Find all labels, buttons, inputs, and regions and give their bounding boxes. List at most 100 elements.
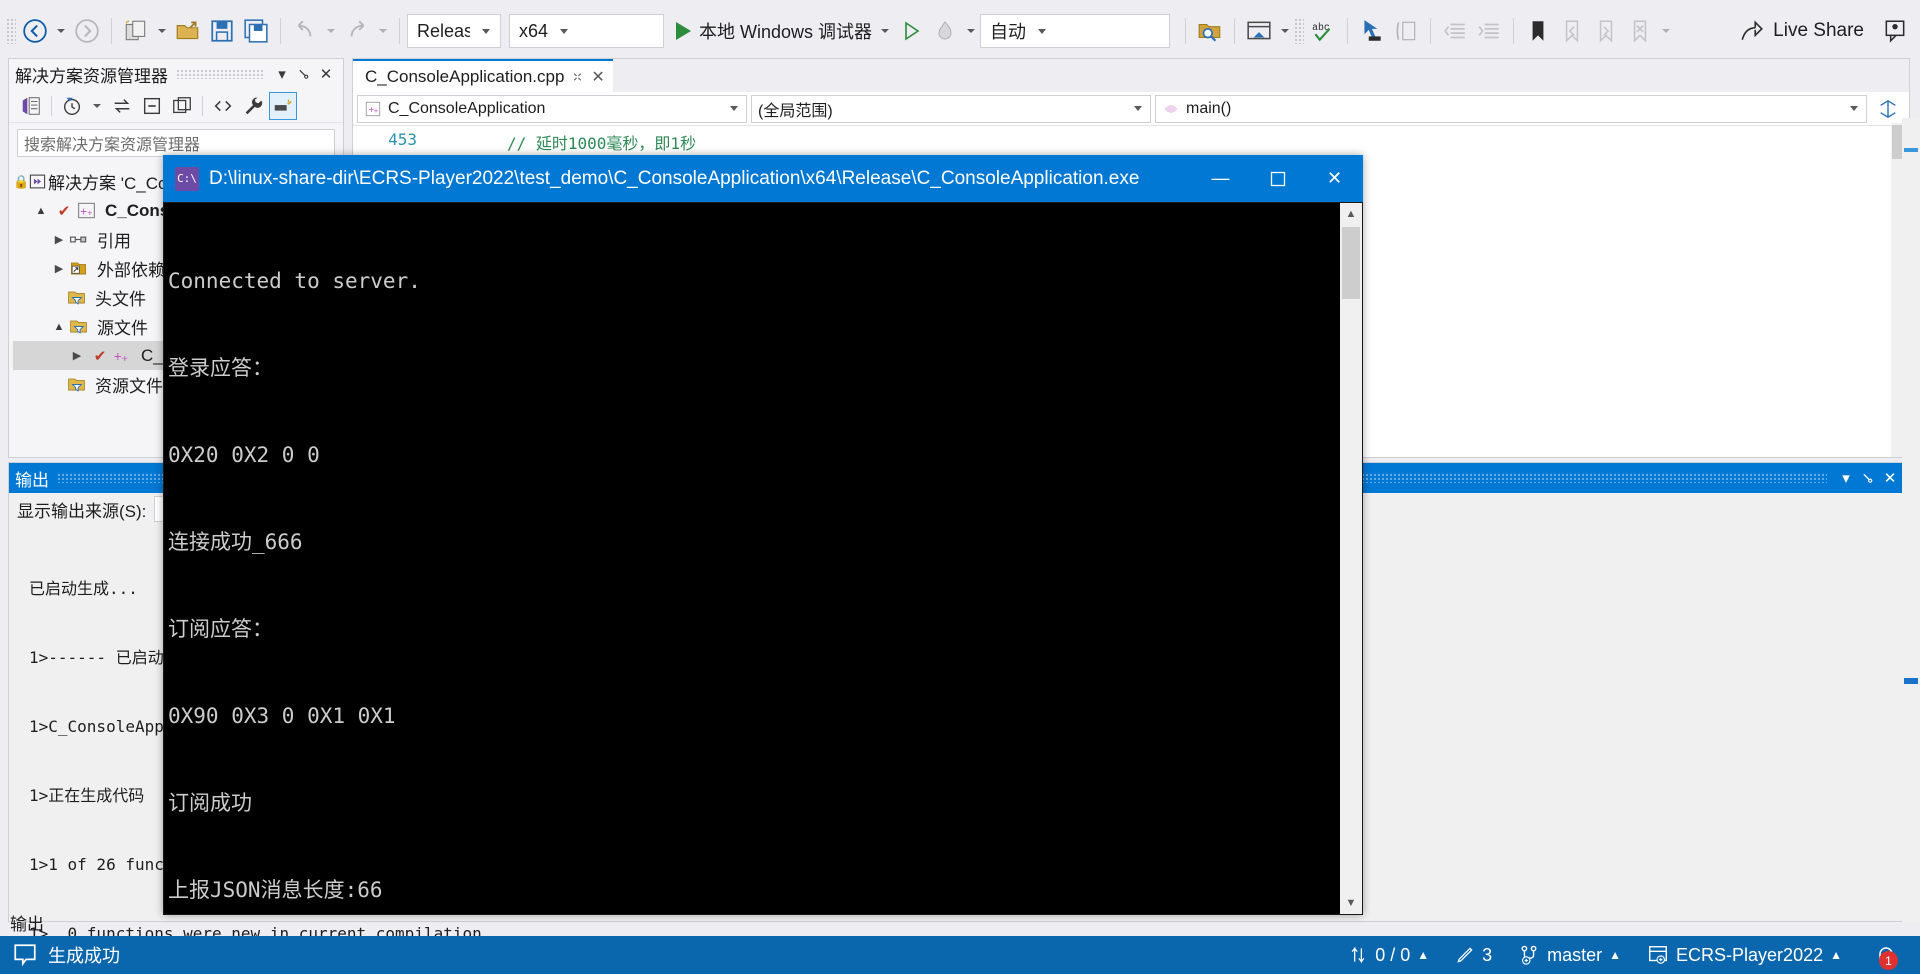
header-drag-handle[interactable] <box>176 69 263 79</box>
expander-icon[interactable]: ▲ <box>31 205 51 217</box>
bookmark-dropdown-icon[interactable] <box>1662 29 1671 33</box>
forward-navigate-icon[interactable] <box>70 13 104 49</box>
view-code-icon[interactable] <box>209 92 237 120</box>
toolbar-separator <box>1430 18 1432 44</box>
layout-dropdown-icon[interactable] <box>1281 29 1290 33</box>
console-app-icon: C:\ <box>175 166 199 191</box>
next-bookmark-icon[interactable] <box>1589 13 1623 49</box>
scroll-up-icon[interactable]: ▲ <box>1340 203 1362 225</box>
expander-icon[interactable]: ▶ <box>67 349 87 362</box>
nav-scope-combo[interactable]: (全局范围) <box>751 94 1151 123</box>
maximize-button[interactable] <box>1249 155 1306 202</box>
chevron-down-icon[interactable]: ▾ <box>1835 469 1857 487</box>
tree-item-label: 头文件 <box>95 290 146 309</box>
right-scroll-rail[interactable] <box>1902 118 1920 922</box>
close-button[interactable]: ✕ <box>1306 155 1363 202</box>
console-body[interactable]: Connected to server. 登录应答： 0X20 0X2 0 0 … <box>163 202 1363 974</box>
new-project-icon[interactable] <box>119 13 153 49</box>
chevron-up-icon[interactable]: ▲ <box>1609 948 1621 962</box>
hot-reload-icon[interactable] <box>928 13 962 49</box>
notifications-button[interactable]: 1 <box>1868 936 1904 974</box>
pin-icon[interactable]: ⊹ <box>568 67 587 86</box>
auto-mode-combo[interactable]: 自动 <box>980 14 1171 48</box>
show-all-files-icon[interactable] <box>168 92 196 120</box>
output-tab-bottom[interactable]: 输出 <box>10 908 44 936</box>
expander-icon[interactable]: ▶ <box>49 233 69 246</box>
start-without-debugging-icon[interactable] <box>894 13 928 49</box>
pin-icon[interactable]: ⊸ <box>1854 464 1882 492</box>
collapse-all-icon[interactable] <box>138 92 166 120</box>
undo-icon[interactable] <box>288 13 322 49</box>
nav-project-combo[interactable]: + + C_ConsoleApplication <box>357 94 747 123</box>
send-feedback-icon[interactable] <box>1878 13 1912 49</box>
console-line: 订阅成功 <box>168 791 252 815</box>
repository-status[interactable]: ECRS-Player2022 ▲ <box>1647 944 1842 966</box>
filter-folder-icon <box>69 317 95 336</box>
search-input[interactable]: 搜索解决方案资源管理器 <box>17 129 335 157</box>
console-vertical-scrollbar[interactable]: ▲ ▼ <box>1340 203 1362 914</box>
decrease-indent-icon[interactable] <box>1438 13 1472 49</box>
sync-status[interactable]: 0 / 0 ▲ <box>1348 945 1429 966</box>
console-title-bar[interactable]: C:\ D:\linux-share-dir\ECRS-Player2022\t… <box>163 155 1363 202</box>
split-editor-icon[interactable] <box>1871 91 1905 127</box>
expander-icon[interactable]: ▲ <box>49 321 69 333</box>
configuration-combo[interactable]: Release <box>407 14 501 48</box>
chevron-up-icon[interactable]: ▲ <box>1830 948 1842 962</box>
close-icon[interactable]: ✕ <box>315 65 337 83</box>
pencil-icon <box>1455 945 1475 965</box>
home-vs-icon[interactable] <box>17 92 45 120</box>
properties-window-icon[interactable] <box>269 91 297 120</box>
spellcheck-icon[interactable]: abc <box>1306 13 1340 49</box>
sync-with-active-document-icon[interactable] <box>108 92 136 120</box>
hot-reload-dropdown-icon[interactable] <box>967 29 976 33</box>
external-deps-icon <box>69 259 95 278</box>
back-navigate-icon[interactable] <box>18 13 52 49</box>
start-debugging-button[interactable]: 本地 Windows 调试器 <box>672 13 876 49</box>
expander-icon[interactable]: ▶ <box>49 262 69 275</box>
tree-item-label: 源文件 <box>97 319 148 338</box>
debug-target-dropdown-icon[interactable] <box>881 29 890 33</box>
editor-tab-cpp[interactable]: C_ConsoleApplication.cpp ⊹ ✕ <box>353 59 613 92</box>
toolbar-separator <box>1234 18 1236 44</box>
pending-changes-filter-icon[interactable] <box>58 92 86 120</box>
checkmark-icon: ✔ <box>93 347 107 365</box>
search-folder-icon[interactable] <box>1193 13 1227 49</box>
open-file-icon[interactable] <box>171 13 205 49</box>
close-icon[interactable]: ✕ <box>1879 469 1901 487</box>
minimize-button[interactable]: — <box>1192 155 1249 202</box>
pending-changes-status[interactable]: 3 <box>1455 945 1492 966</box>
redo-dropdown-icon[interactable] <box>379 29 387 33</box>
window-layout-icon[interactable] <box>1242 13 1276 49</box>
filter-dropdown-icon[interactable] <box>93 103 101 108</box>
save-all-icon[interactable] <box>239 13 273 49</box>
pin-icon[interactable]: ⊸ <box>290 60 318 88</box>
toolbar-grip[interactable] <box>1294 18 1305 44</box>
main-toolbar: Release x64 本地 Windows 调试器 自动 <box>0 0 1920 62</box>
clear-bookmarks-icon[interactable] <box>1623 13 1657 49</box>
new-project-dropdown-icon[interactable] <box>158 29 166 33</box>
cpp-project-icon: + + <box>77 201 103 220</box>
chevron-up-icon[interactable]: ▲ <box>1417 948 1429 962</box>
previous-bookmark-icon[interactable] <box>1555 13 1589 49</box>
properties-wrench-icon[interactable] <box>239 92 267 120</box>
chevron-down-icon[interactable]: ▾ <box>271 65 293 83</box>
live-share-button[interactable]: Live Share <box>1739 18 1864 44</box>
undo-dropdown-icon[interactable] <box>327 29 335 33</box>
back-dropdown-icon[interactable] <box>57 29 65 33</box>
toolbar-grip[interactable] <box>6 18 16 44</box>
console-scroll-thumb[interactable] <box>1342 227 1360 299</box>
editor-tab-label: C_ConsoleApplication.cpp <box>365 66 565 86</box>
redo-icon[interactable] <box>340 13 374 49</box>
console-line: Connected to server. <box>168 269 421 293</box>
pointer-select-icon[interactable] <box>1355 13 1389 49</box>
increase-indent-icon[interactable] <box>1472 13 1506 49</box>
close-icon[interactable]: ✕ <box>591 67 604 87</box>
bookmark-toggle-icon[interactable] <box>1521 13 1555 49</box>
platform-combo[interactable]: x64 <box>509 14 664 48</box>
nav-function-combo[interactable]: main() <box>1155 94 1867 123</box>
comment-block-icon[interactable] <box>1389 13 1423 49</box>
branch-status[interactable]: master ▲ <box>1518 944 1621 966</box>
save-icon[interactable] <box>205 13 239 49</box>
scroll-down-icon[interactable]: ▼ <box>1340 892 1362 914</box>
code-line-453[interactable]: 453 // 延时1000毫秒，即1秒 <box>353 126 1909 154</box>
